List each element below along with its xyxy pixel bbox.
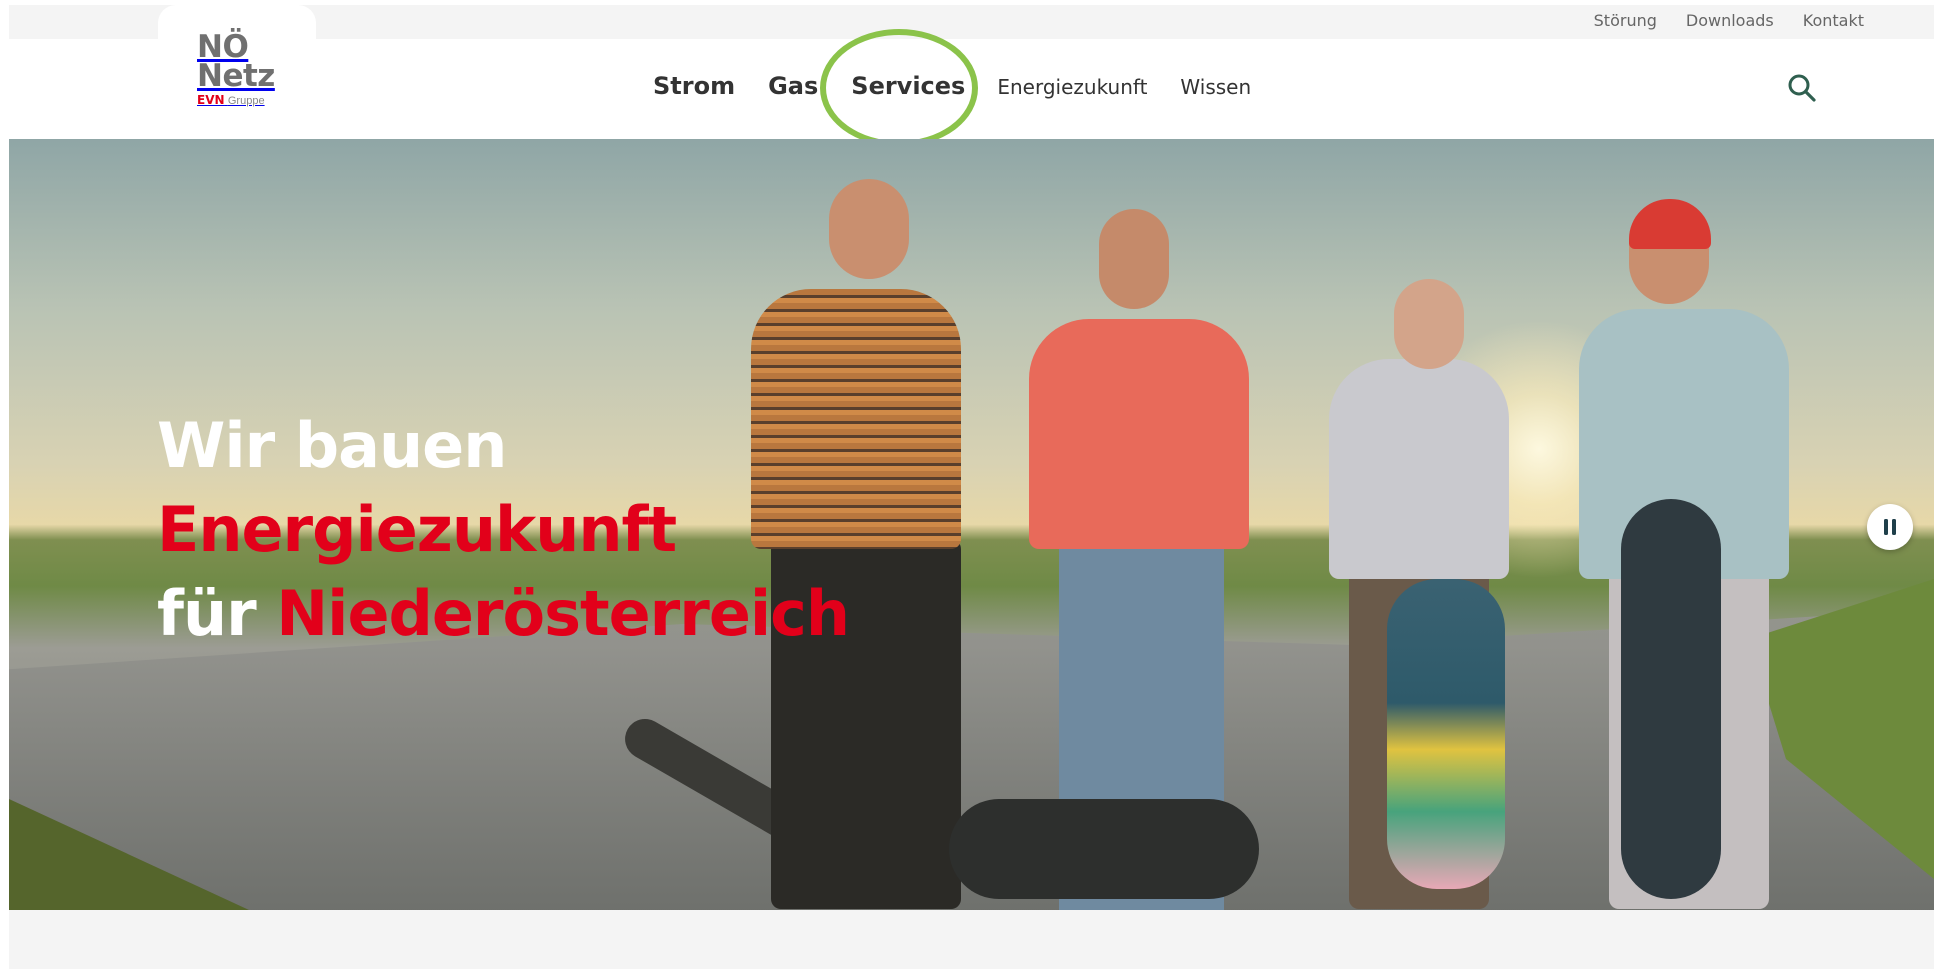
- utility-link-downloads[interactable]: Downloads: [1686, 11, 1774, 30]
- hero-line-3: für Niederösterreich: [157, 572, 850, 656]
- nav-item-gas[interactable]: Gas: [768, 72, 818, 100]
- hero-line-1: Wir bauen: [157, 409, 507, 482]
- hero-line-3-prefix: für: [157, 577, 257, 650]
- hero-headline: Wir bauen Energiezukunft für Niederöster…: [157, 404, 850, 656]
- utility-nav: Störung Downloads Kontakt: [1594, 11, 1864, 30]
- person-3-hoodie: [1329, 359, 1509, 579]
- person-4-beanie: [1629, 199, 1711, 249]
- content-start-band: [9, 910, 1934, 969]
- search-icon: [1788, 74, 1816, 102]
- person-2-shirt: [1029, 319, 1249, 549]
- person-3-head: [1394, 279, 1464, 369]
- longboard-upright: [1387, 579, 1505, 889]
- logo-line-netz: Netz: [197, 58, 275, 94]
- skateboard-upright: [1621, 499, 1721, 899]
- search-button[interactable]: [1786, 73, 1818, 105]
- site-logo[interactable]: NÖ Netz EVN Gruppe: [197, 32, 297, 108]
- person-2-head: [1099, 209, 1169, 309]
- nav-item-energiezukunft[interactable]: Energiezukunft: [997, 75, 1147, 99]
- nav-item-services[interactable]: Services: [851, 72, 965, 100]
- slider-pause-button[interactable]: [1867, 504, 1913, 550]
- main-nav: Strom Gas Services Energiezukunft Wissen: [653, 72, 1251, 100]
- hero-banner: Wir bauen Energiezukunft für Niederöster…: [9, 139, 1934, 910]
- pause-icon: [1884, 519, 1896, 535]
- utility-link-kontakt[interactable]: Kontakt: [1803, 11, 1864, 30]
- logo-gruppe: Gruppe: [227, 95, 265, 107]
- hero-line-2: Energiezukunft: [157, 493, 677, 566]
- skateboard-flat: [949, 799, 1259, 899]
- logo-evn-gruppe: EVN Gruppe: [197, 93, 297, 107]
- nav-item-wissen[interactable]: Wissen: [1180, 75, 1251, 99]
- nav-item-strom[interactable]: Strom: [653, 72, 735, 100]
- utility-link-stoerung[interactable]: Störung: [1594, 11, 1657, 30]
- logo-evn: EVN: [197, 93, 225, 107]
- person-1-head: [829, 179, 909, 279]
- hero-line-3-highlight: Niederösterreich: [276, 577, 850, 650]
